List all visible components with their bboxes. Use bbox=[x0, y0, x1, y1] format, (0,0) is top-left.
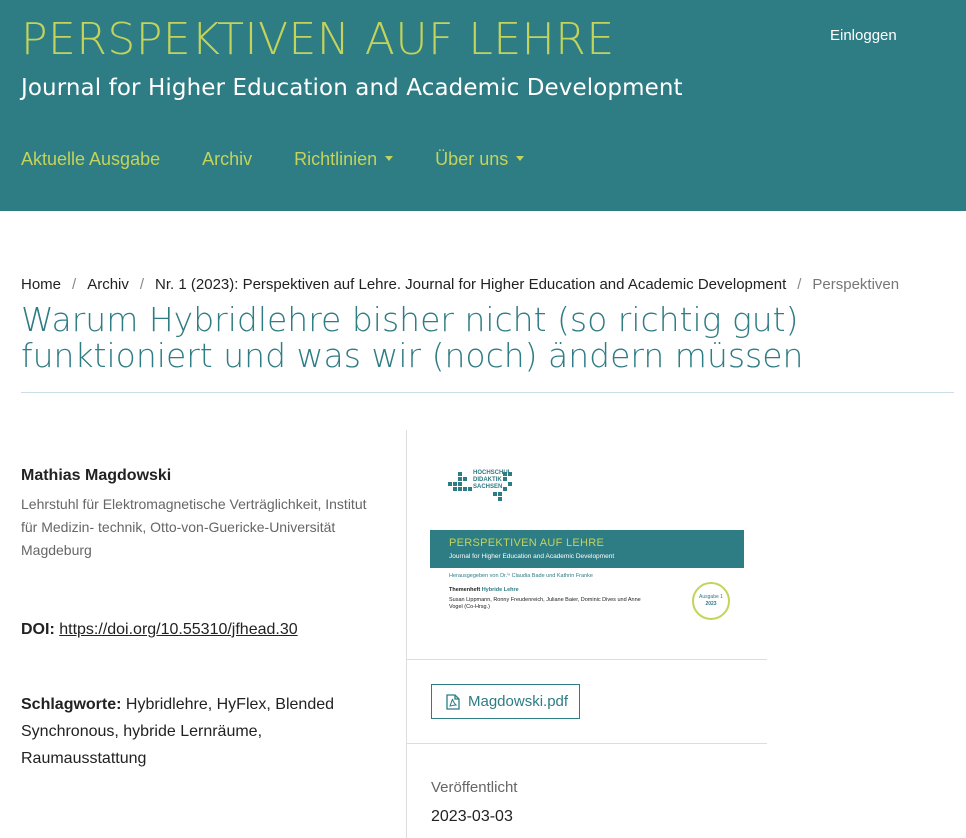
cover-themenheft-value: Hybride Lehre bbox=[481, 587, 519, 593]
cover-subtitle: Journal for Higher Education and Academi… bbox=[449, 553, 615, 560]
caret-down-icon bbox=[516, 155, 525, 161]
nav-item-richtlinien[interactable]: Richtlinien bbox=[294, 149, 394, 170]
doi-label: DOI: bbox=[21, 621, 55, 638]
article-title: Warum Hybridlehre bisher nicht (so richt… bbox=[21, 300, 804, 375]
cover-editors: Herausgegeben von Dr.ⁱⁿ Claudia Bade und… bbox=[449, 573, 593, 579]
breadcrumb-separator: / bbox=[139, 276, 145, 293]
nav-item-label: Aktuelle Ausgabe bbox=[21, 149, 161, 169]
site-title[interactable]: PERSPEKTIVEN AUF LEHRE bbox=[21, 14, 615, 65]
badge-line2: 2023 bbox=[705, 601, 717, 607]
sidebar-divider bbox=[407, 659, 767, 660]
cover-authors: Susan Lippmann, Ronny Freudenreich, Juli… bbox=[449, 597, 641, 610]
breadcrumb-home[interactable]: Home bbox=[21, 276, 61, 293]
nav-item-archiv[interactable]: Archiv bbox=[202, 149, 252, 170]
author-affiliation: Lehrstuhl für Elektromagnetische Verträg… bbox=[21, 496, 367, 558]
nav-item-ueber-uns[interactable]: Über uns bbox=[435, 149, 525, 170]
doi-section: DOI: https://doi.org/10.55310/jfhead.30 bbox=[21, 621, 298, 639]
cover-themenheft: Themenheft Hybride Lehre bbox=[449, 587, 519, 593]
keywords-label: Schlagworte: bbox=[21, 696, 122, 713]
main-nav: Aktuelle Ausgabe Archiv Richtlinien Über… bbox=[21, 149, 566, 170]
cover-issue-badge: Ausgabe 1 2023 bbox=[692, 582, 730, 620]
cover-themenheft-label: Themenheft bbox=[449, 587, 481, 593]
breadcrumb-issue[interactable]: Nr. 1 (2023): Perspektiven auf Lehre. Jo… bbox=[155, 276, 786, 293]
logo-text: HOCHSCHUL DIDAKTIK SACHSEN bbox=[473, 470, 512, 490]
site-header: PERSPEKTIVEN AUF LEHRE Journal for Highe… bbox=[0, 0, 966, 211]
doi-link[interactable]: https://doi.org/10.55310/jfhead.30 bbox=[59, 621, 297, 638]
breadcrumb: Home / Archiv / Nr. 1 (2023): Perspektiv… bbox=[21, 276, 899, 293]
keywords-section: Schlagworte: Hybridlehre, HyFlex, Blende… bbox=[21, 691, 361, 772]
published-date: 2023-03-03 bbox=[431, 808, 513, 825]
nav-item-label: Über uns bbox=[435, 149, 509, 169]
sidebar-divider bbox=[407, 743, 767, 744]
column-divider bbox=[406, 430, 407, 838]
pdf-button-label: Magdowski.pdf bbox=[468, 693, 569, 710]
badge-line1: Ausgabe 1 bbox=[699, 594, 723, 600]
published-label: Veröffentlicht bbox=[431, 779, 518, 796]
nav-item-aktuelle-ausgabe[interactable]: Aktuelle Ausgabe bbox=[21, 149, 160, 170]
breadcrumb-archiv[interactable]: Archiv bbox=[87, 276, 129, 293]
author-name: Mathias Magdowski bbox=[21, 467, 172, 484]
breadcrumb-current: Perspektiven bbox=[812, 276, 900, 293]
caret-down-icon bbox=[385, 155, 394, 161]
file-pdf-icon bbox=[446, 693, 460, 710]
breadcrumb-separator: / bbox=[72, 276, 77, 293]
cover-band: PERSPEKTIVEN AUF LEHRE Journal for Highe… bbox=[430, 530, 744, 568]
issue-cover-image[interactable]: HOCHSCHUL DIDAKTIK SACHSEN PERSPEKTIVEN … bbox=[430, 466, 744, 634]
login-link[interactable]: Einloggen bbox=[830, 27, 897, 44]
site-subtitle: Journal for Higher Education and Academi… bbox=[21, 75, 683, 101]
breadcrumb-separator: / bbox=[797, 276, 802, 293]
nav-item-label: Richtlinien bbox=[294, 149, 378, 169]
cover-title: PERSPEKTIVEN AUF LEHRE bbox=[449, 537, 605, 549]
pdf-download-button[interactable]: Magdowski.pdf bbox=[431, 684, 580, 719]
nav-item-label: Archiv bbox=[202, 149, 253, 169]
title-divider bbox=[21, 392, 954, 393]
